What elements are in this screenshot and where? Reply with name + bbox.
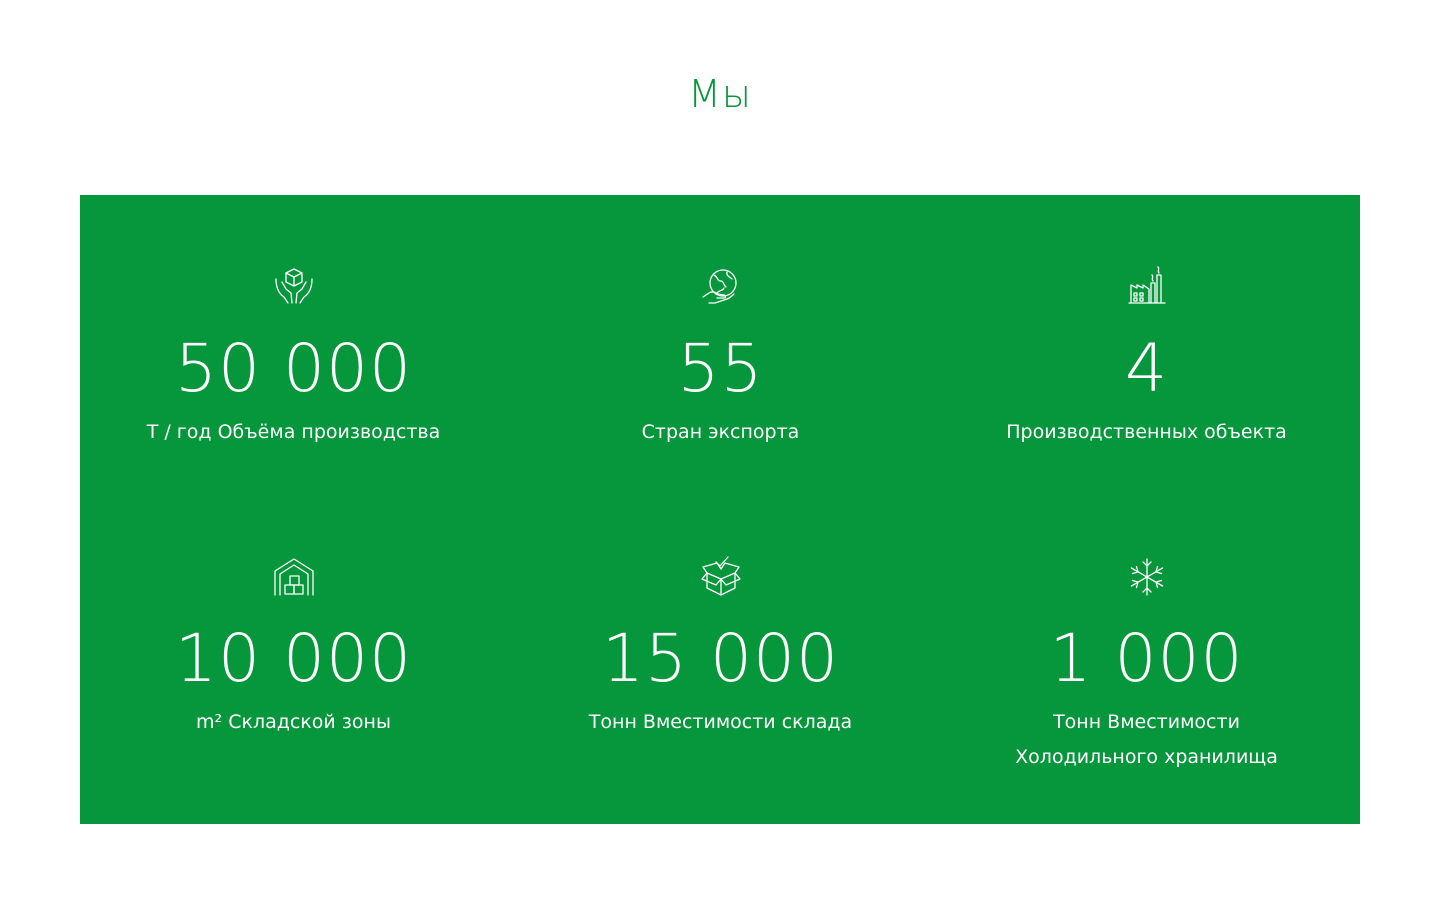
stat-export-countries: 55 Стран экспорта [507,265,934,450]
factory-icon [1127,266,1166,304]
globe-hand-icon [701,269,737,304]
section-title: Мы [688,72,752,116]
stat-label: Тонн Вместимости Холодильного хранилища [1015,711,1278,768]
stat-cold-storage-capacity: 1 000 Тонн Вместимости Холодильного хран… [933,555,1360,775]
stat-label: m² Складской зоны [196,711,391,733]
page: Мы 50 000 Т / год Объёма производства 55 [0,0,1440,900]
stat-label: Стран экспорта [641,421,800,443]
stat-number: 55 [677,330,764,407]
stat-number: 1 000 [1049,620,1244,697]
stat-warehouse-area: 10 000 m² Складской зоны [80,555,507,740]
warehouse-icon [273,558,314,596]
open-box-check-icon [700,556,741,596]
stat-number: 10 000 [175,620,412,697]
stat-label: Т / год Объёма производства [146,421,441,443]
stat-number: 4 [1125,330,1168,407]
stats-panel: 50 000 Т / год Объёма производства 55 Ст… [80,195,1360,824]
stat-warehouse-capacity: 15 000 Тонн Вместимости склада [507,555,934,740]
stat-number: 15 000 [602,620,839,697]
stat-label: Производственных объекта [1006,421,1287,443]
snowflake-icon [1130,558,1163,596]
stat-production-sites: 4 Производственных объекта [933,265,1360,450]
hands-box-icon [274,268,313,304]
stat-label: Тонн Вместимости склада [588,711,853,733]
stat-number: 50 000 [175,330,412,407]
stat-production-volume: 50 000 Т / год Объёма производства [80,265,507,450]
